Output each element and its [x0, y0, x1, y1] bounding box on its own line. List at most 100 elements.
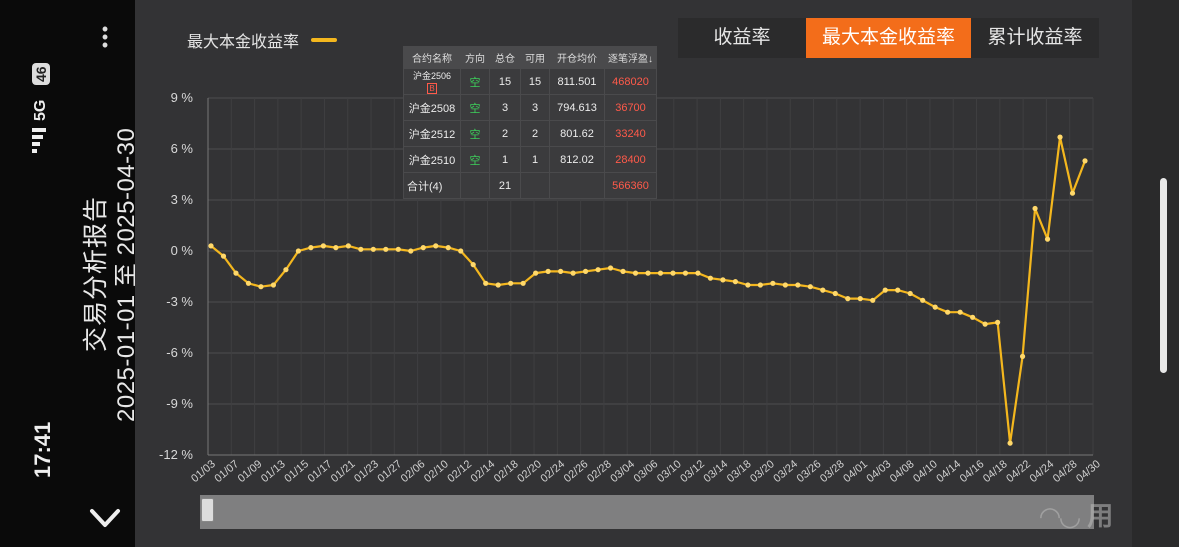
data-point	[970, 314, 976, 320]
data-point	[957, 309, 963, 315]
data-point	[1007, 440, 1013, 446]
available: 3	[520, 94, 550, 121]
y-tick-label: -9 %	[166, 396, 193, 411]
open-price: 794.613	[549, 94, 605, 121]
data-point	[907, 290, 913, 297]
x-tick-label: 01/15	[282, 458, 311, 485]
tab-cumulative-return[interactable]: 累计收益率	[971, 18, 1099, 58]
data-point	[745, 282, 751, 288]
data-point	[682, 270, 689, 276]
data-point	[1019, 353, 1026, 359]
data-point	[520, 280, 526, 286]
x-tick-label: 03/28	[818, 458, 847, 485]
floating-pnl: 33240	[604, 120, 657, 147]
position-badge: B	[427, 83, 437, 94]
x-tick-label: 03/18	[725, 458, 754, 485]
data-point	[208, 243, 214, 249]
data-point	[1082, 158, 1088, 164]
watermark-logo: ◠◡ 用	[1040, 501, 1114, 531]
contract-name: 沪金2512	[403, 120, 461, 147]
contract-name: 沪金2510	[403, 146, 461, 173]
data-point	[645, 270, 651, 276]
data-point	[770, 280, 776, 286]
x-tick-label: 04/30	[1074, 458, 1103, 485]
data-point	[433, 243, 439, 249]
total: 1	[489, 146, 521, 173]
x-tick-label: 04/08	[888, 458, 917, 485]
x-tick-label: 04/03	[865, 458, 894, 485]
data-point	[932, 304, 938, 310]
slider-handle[interactable]	[201, 498, 214, 522]
total: 3	[489, 94, 521, 121]
data-point	[757, 282, 763, 288]
data-point	[220, 253, 227, 259]
x-tick-label: 03/06	[632, 458, 661, 485]
x-tick-label: 04/24	[1028, 458, 1057, 485]
data-point	[420, 245, 426, 251]
x-tick-label: 02/06	[399, 458, 428, 485]
tab-return-rate[interactable]: 收益率	[678, 18, 806, 58]
x-tick-label: 02/20	[515, 458, 544, 485]
data-point	[1032, 205, 1038, 212]
data-point	[870, 297, 876, 303]
summary-total: 21	[489, 172, 521, 199]
x-tick-label: 01/07	[212, 458, 241, 485]
col-direction: 方向	[460, 46, 490, 69]
x-tick-label: 01/21	[329, 458, 358, 485]
summary-label: 合计(4)	[403, 172, 461, 199]
data-point	[333, 245, 339, 251]
summary-empty	[460, 172, 490, 199]
available: 2	[520, 120, 550, 147]
data-point	[1057, 134, 1063, 140]
data-point	[720, 277, 726, 283]
data-point	[408, 248, 414, 254]
data-point	[345, 243, 351, 249]
legend-label: 最大本金收益率	[187, 34, 300, 51]
x-tick-label: 04/28	[1051, 458, 1080, 485]
floating-pnl: 28400	[604, 146, 657, 173]
x-tick-label: 01/03	[189, 458, 218, 485]
table-row[interactable]: 沪金2508 空 3 3 794.613 36700	[403, 94, 657, 121]
data-point	[795, 282, 801, 288]
x-tick-label: 03/26	[795, 458, 824, 485]
data-point	[508, 280, 514, 286]
floating-pnl: 468020	[604, 68, 657, 95]
holdings-table: 合约名称 方向 总仓 可用 开仓均价 逐笔浮盈↓ 沪金2506 B 空 15 1…	[403, 46, 657, 199]
tab-max-principal-return[interactable]: 最大本金收益率	[806, 18, 971, 58]
x-tick-label: 04/18	[981, 458, 1010, 485]
x-tick-label: 02/10	[422, 458, 451, 485]
data-point	[670, 270, 676, 276]
data-point	[732, 279, 739, 285]
y-tick-label: 0 %	[171, 243, 194, 258]
data-point	[270, 282, 277, 288]
total: 15	[489, 68, 521, 95]
data-point	[570, 270, 576, 276]
chart-legend: 最大本金收益率	[187, 28, 338, 52]
data-point	[1069, 190, 1076, 196]
table-row[interactable]: 沪金2512 空 2 2 801.62 33240	[403, 120, 657, 147]
x-tick-label: 03/12	[678, 458, 707, 485]
direction: 空	[460, 146, 490, 173]
x-tick-label: 02/18	[492, 458, 521, 485]
open-price: 811.501	[549, 68, 605, 95]
table-row[interactable]: 沪金2506 B 空 15 15 811.501 468020	[403, 68, 657, 95]
y-tick-label: -12 %	[159, 447, 193, 462]
x-tick-label: 03/24	[771, 458, 800, 485]
data-point	[320, 243, 326, 249]
data-point	[558, 268, 564, 274]
data-point	[295, 248, 301, 254]
data-point	[533, 270, 539, 276]
available: 15	[520, 68, 550, 95]
data-point	[283, 267, 289, 273]
table-header-row: 合约名称 方向 总仓 可用 开仓均价 逐笔浮盈↓	[403, 46, 657, 69]
data-point	[395, 246, 401, 252]
data-point	[995, 319, 1001, 325]
y-tick-label: 3 %	[171, 192, 194, 207]
date-range-slider[interactable]	[200, 495, 1094, 529]
data-point	[545, 268, 551, 274]
col-floating-pnl[interactable]: 逐笔浮盈↓	[604, 46, 657, 69]
x-tick-label: 04/10	[911, 458, 940, 485]
table-row[interactable]: 沪金2510 空 1 1 812.02 28400	[403, 146, 657, 173]
x-tick-label: 01/17	[306, 458, 335, 485]
data-point	[445, 245, 451, 251]
